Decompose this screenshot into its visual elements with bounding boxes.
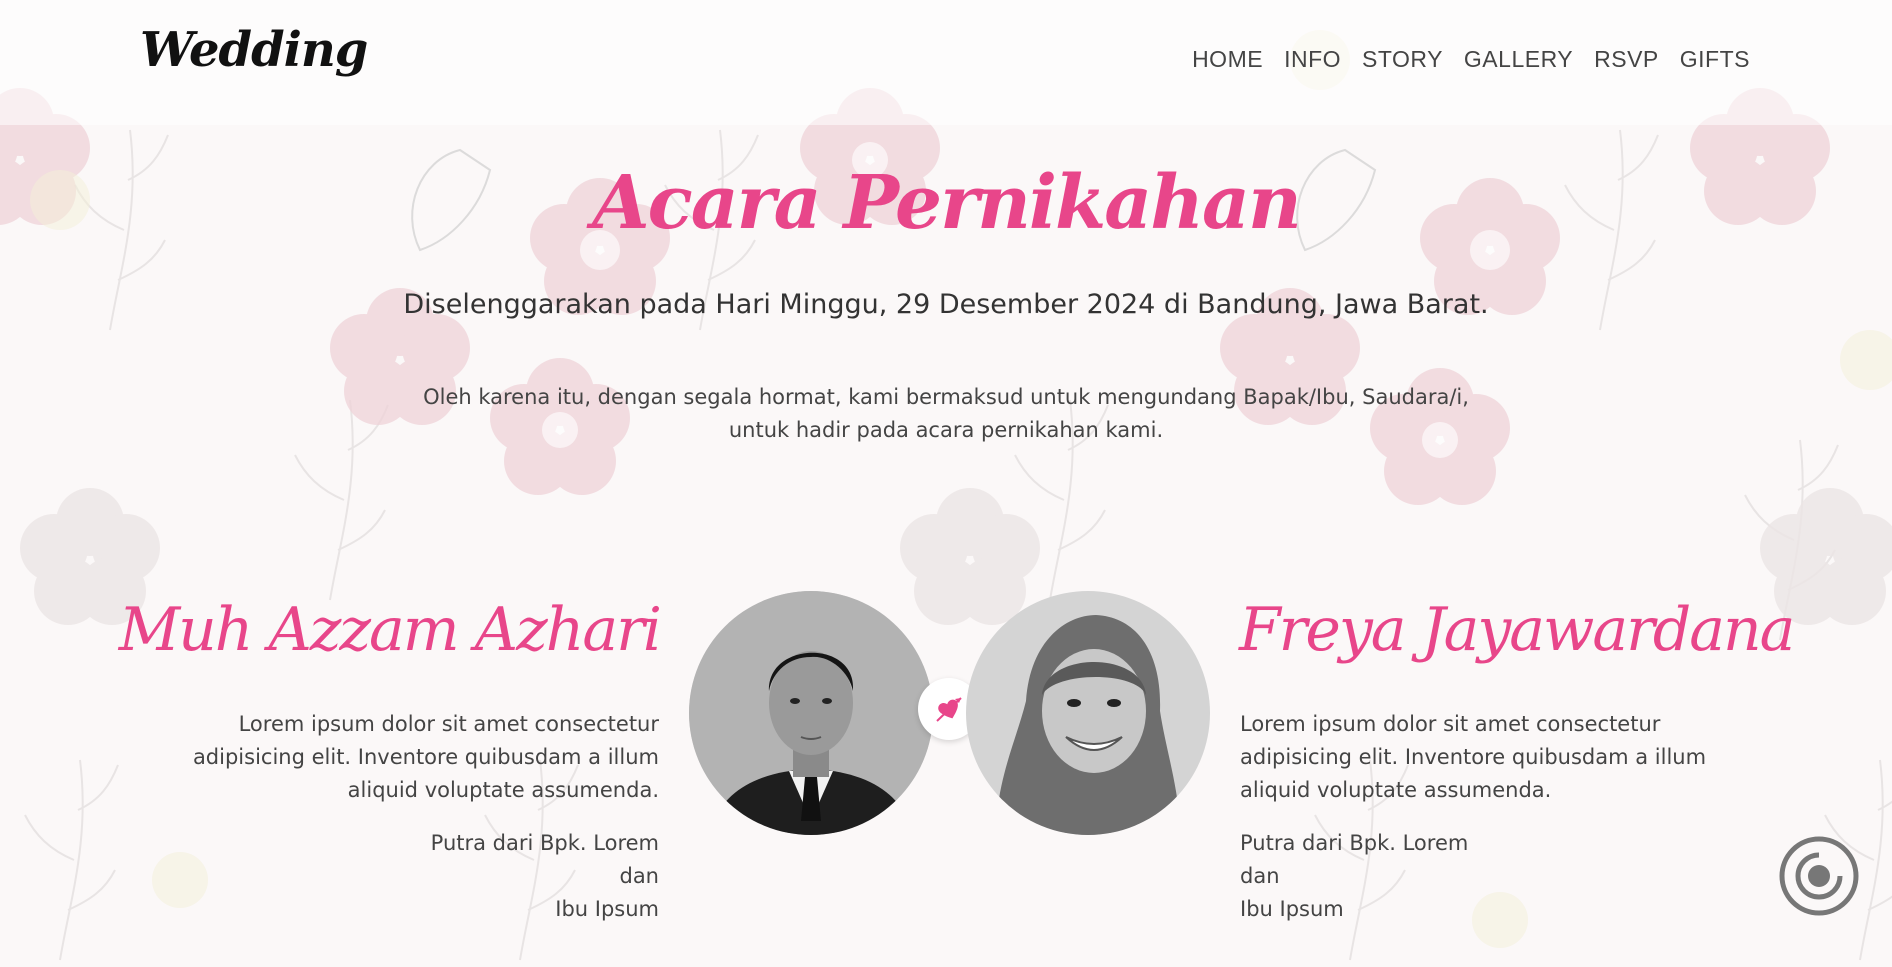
bride-parents-line: Putra dari Bpk. Lorem — [1240, 831, 1469, 855]
groom-parents-line: dan — [619, 864, 659, 888]
groom-parents-line: Ibu Ipsum — [555, 897, 659, 921]
groom-parents-line: Putra dari Bpk. Lorem — [430, 831, 659, 855]
section-title: Acara Pernikahan — [592, 160, 1302, 246]
bride-parents: Putra dari Bpk. Lorem dan Ibu Ipsum — [1240, 827, 1730, 926]
bride-parents-line: dan — [1240, 864, 1280, 888]
bride-name: Freya Jayawardana — [1239, 595, 1795, 665]
event-date-location: Diselenggarakan pada Hari Minggu, 29 Des… — [403, 289, 1489, 320]
disc-icon — [1779, 836, 1859, 916]
bride-parents-line: Ibu Ipsum — [1240, 897, 1344, 921]
music-toggle-button[interactable] — [1778, 835, 1860, 917]
groom-photo — [689, 591, 933, 835]
bride-photo — [966, 591, 1210, 835]
groom-name: Muh Azzam Azhari — [118, 595, 662, 665]
groom-parents: Putra dari Bpk. Lorem dan Ibu Ipsum — [169, 827, 659, 926]
bride-description: Lorem ipsum dolor sit amet consectetur a… — [1240, 712, 1707, 802]
event-section: Acara Pernikahan Diselenggarakan pada Ha… — [0, 0, 1892, 967]
invitation-text: Oleh karena itu, dengan segala hormat, k… — [423, 385, 1469, 442]
groom-description: Lorem ipsum dolor sit amet consectetur a… — [192, 712, 659, 802]
